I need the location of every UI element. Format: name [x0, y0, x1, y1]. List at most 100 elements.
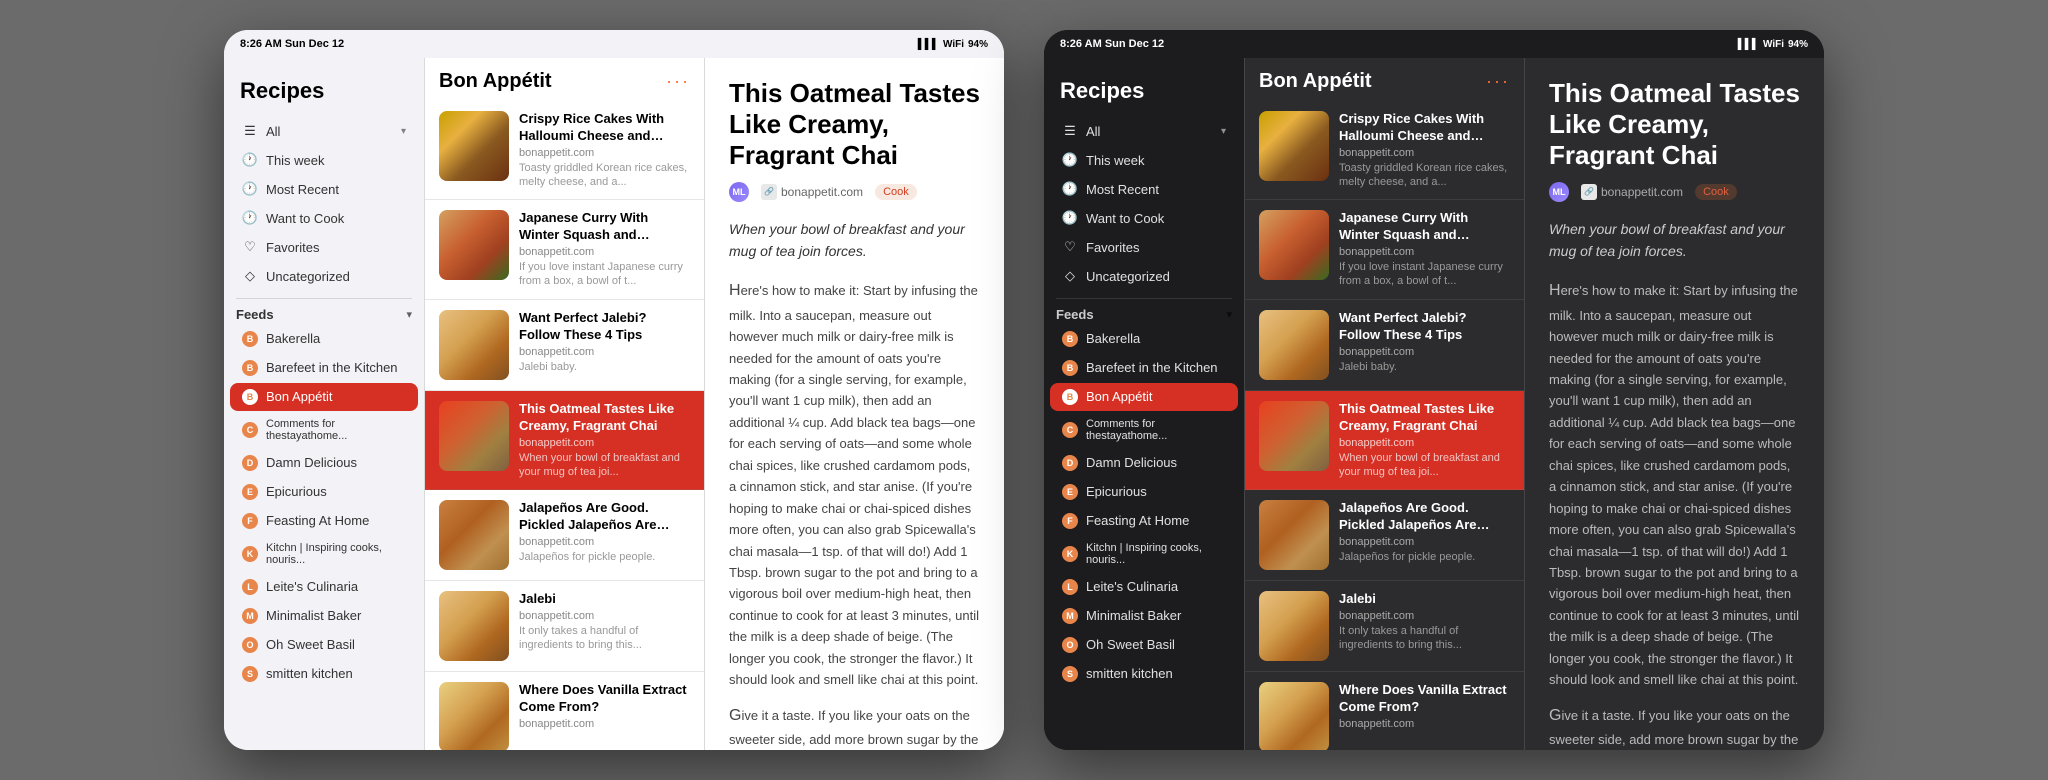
sidebar-item-barefeet[interactable]: B Barefeet in the Kitchen: [230, 354, 418, 382]
recipe-info-1: Crispy Rice Cakes With Halloumi Cheese a…: [519, 111, 690, 189]
sidebar-item-minimalist[interactable]: M Minimalist Baker: [230, 602, 418, 630]
recipe-card-7[interactable]: Where Does Vanilla Extract Come From? bo…: [425, 672, 704, 750]
recipe-info-dark-5: Jalapeños Are Good. Pickled Jalapeños Ar…: [1339, 500, 1510, 570]
tag-icon: ◇: [242, 268, 258, 284]
sidebar-item-thisweek-dark[interactable]: 🕐 This week: [1050, 146, 1238, 174]
middle-header-dark: Bon Appétit ···: [1245, 58, 1524, 101]
sidebar-item-smitten-dark[interactable]: S smitten kitchen: [1050, 660, 1238, 688]
chevron-icon: ▾: [401, 126, 406, 137]
recipe-desc-6: It only takes a handful of ingredients t…: [519, 624, 690, 653]
recipe-card-1[interactable]: Crispy Rice Cakes With Halloumi Cheese a…: [425, 101, 704, 200]
sidebar-item-thisweek[interactable]: 🕐 This week: [230, 146, 418, 174]
recipe-thumb-dark-1: [1259, 111, 1329, 181]
recipe-card-3[interactable]: Want Perfect Jalebi? Follow These 4 Tips…: [425, 300, 704, 391]
sidebar-item-epicurious[interactable]: E Epicurious: [230, 478, 418, 506]
sidebar-item-leites[interactable]: L Leite's Culinaria: [230, 573, 418, 601]
sidebar-item-oh-sweet-dark[interactable]: O Oh Sweet Basil: [1050, 631, 1238, 659]
recipe-desc-4: When your bowl of breakfast and your mug…: [519, 451, 690, 480]
feeds-section-dark: B Bakerella B Barefeet in the Kitchen B …: [1044, 325, 1244, 688]
recipe-card-dark-5[interactable]: Jalapeños Are Good. Pickled Jalapeños Ar…: [1245, 490, 1524, 581]
recipe-title-3: Want Perfect Jalebi? Follow These 4 Tips: [519, 310, 690, 344]
meta-ml-dark: ML: [1549, 182, 1569, 202]
sidebar-item-smitten[interactable]: S smitten kitchen: [230, 660, 418, 688]
sidebar-item-leites-dark[interactable]: L Leite's Culinaria: [1050, 573, 1238, 601]
feeds-header[interactable]: Feeds ▾: [224, 303, 424, 324]
sidebar-item-bakerella-dark[interactable]: B Bakerella: [1050, 325, 1238, 353]
recipe-desc-2: If you love instant Japanese curry from …: [519, 260, 690, 289]
article-tag-dark[interactable]: Cook: [1695, 184, 1737, 200]
status-bar-dark: 8:26 AM Sun Dec 12 ▌▌▌ WiFi 94%: [1044, 30, 1824, 58]
sidebar-item-minimalist-dark[interactable]: M Minimalist Baker: [1050, 602, 1238, 630]
recipe-thumb-dark-3: [1259, 310, 1329, 380]
signal-icon-dark: ▌▌▌: [1738, 39, 1759, 50]
recipe-thumb-dark-7: [1259, 682, 1329, 750]
kitchn-icon-dark: K: [1062, 546, 1078, 562]
recipe-desc-3: Jalebi baby.: [519, 360, 690, 374]
recipe-thumb-1: [439, 111, 509, 181]
sidebar-item-mostrecent-dark[interactable]: 🕐 Most Recent: [1050, 175, 1238, 203]
recipe-card-2[interactable]: Japanese Curry With Winter Squash and Mu…: [425, 200, 704, 299]
recipe-card-6[interactable]: Jalebi bonappetit.com It only takes a ha…: [425, 581, 704, 672]
recipe-card-dark-1[interactable]: Crispy Rice Cakes With Halloumi Cheese a…: [1245, 101, 1524, 200]
sidebar-light: Recipes ☰ All ▾ 🕐 This week 🕐 Most Recen…: [224, 58, 424, 750]
source-icon-dark: 🔗: [1581, 184, 1597, 200]
recipe-source-1: bonappetit.com: [519, 147, 690, 159]
leites-icon: L: [242, 579, 258, 595]
sidebar-item-epicurious-dark[interactable]: E Epicurious: [1050, 478, 1238, 506]
recipe-card-dark-6[interactable]: Jalebi bonappetit.com It only takes a ha…: [1245, 581, 1524, 672]
feeds-header-dark[interactable]: Feeds ▾: [1044, 303, 1244, 324]
recipe-card-dark-4[interactable]: This Oatmeal Tastes Like Creamy, Fragran…: [1245, 391, 1524, 490]
sidebar-item-uncategorized[interactable]: ◇ Uncategorized: [230, 262, 418, 290]
body-paragraph-1: Here's how to make it: Start by infusing…: [729, 278, 980, 690]
wifi-icon: WiFi: [943, 39, 964, 50]
sidebar-item-wanttocook[interactable]: 🕐 Want to Cook: [230, 204, 418, 232]
recipe-card-4[interactable]: This Oatmeal Tastes Like Creamy, Fragran…: [425, 391, 704, 490]
sidebar-item-bon-appetit-dark[interactable]: B Bon Appétit: [1050, 383, 1238, 411]
sidebar-item-bakerella[interactable]: B Bakerella: [230, 325, 418, 353]
article-meta-dark: ML 🔗 bonappetit.com Cook: [1549, 182, 1800, 202]
sidebar-item-bon-appetit[interactable]: B Bon Appétit: [230, 383, 418, 411]
sidebar-item-feasting-home[interactable]: F Feasting At Home: [230, 507, 418, 535]
sidebar-item-damn-delicious[interactable]: D Damn Delicious: [230, 449, 418, 477]
bonappetit-icon-dark: B: [1062, 389, 1078, 405]
wifi-icon-dark: WiFi: [1763, 39, 1784, 50]
recipe-title-dark-1: Crispy Rice Cakes With Halloumi Cheese a…: [1339, 111, 1510, 145]
oh-sweet-icon: O: [242, 637, 258, 653]
sidebar-item-comments-dark[interactable]: C Comments for thestayathome...: [1050, 412, 1238, 448]
sidebar-item-mostrecent[interactable]: 🕐 Most Recent: [230, 175, 418, 203]
recipe-card-5[interactable]: Jalapeños Are Good. Pickled Jalapeños Ar…: [425, 490, 704, 581]
sidebar-item-oh-sweet[interactable]: O Oh Sweet Basil: [230, 631, 418, 659]
more-dots-button-dark[interactable]: ···: [1486, 71, 1510, 92]
sidebar-item-favorites[interactable]: ♡ Favorites: [230, 233, 418, 261]
article-tag[interactable]: Cook: [875, 184, 917, 200]
recipe-source-dark-2: bonappetit.com: [1339, 246, 1510, 258]
recipe-card-dark-2[interactable]: Japanese Curry With Winter Squash and Mu…: [1245, 200, 1524, 299]
recipe-title-1: Crispy Rice Cakes With Halloumi Cheese a…: [519, 111, 690, 145]
ml-avatar: ML: [729, 182, 749, 202]
recipe-desc-dark-6: It only takes a handful of ingredients t…: [1339, 624, 1510, 653]
article-body-dark: Here's how to make it: Start by infusing…: [1549, 278, 1800, 750]
sidebar-item-barefeet-dark[interactable]: B Barefeet in the Kitchen: [1050, 354, 1238, 382]
sidebar-item-favorites-dark[interactable]: ♡ Favorites: [1050, 233, 1238, 261]
status-right-dark: ▌▌▌ WiFi 94%: [1738, 39, 1808, 50]
sidebar-item-kitchn[interactable]: K Kitchn | Inspiring cooks, nouris...: [230, 536, 418, 572]
sidebar-item-all[interactable]: ☰ All ▾: [230, 117, 418, 145]
sidebar-item-damn-delicious-dark[interactable]: D Damn Delicious: [1050, 449, 1238, 477]
recipe-title-5: Jalapeños Are Good. Pickled Jalapeños Ar…: [519, 500, 690, 534]
recipe-card-dark-7[interactable]: Where Does Vanilla Extract Come From? bo…: [1245, 672, 1524, 750]
sidebar-item-uncategorized-dark[interactable]: ◇ Uncategorized: [1050, 262, 1238, 290]
sidebar-divider: [236, 298, 412, 299]
article-title-dark: This Oatmeal Tastes Like Creamy, Fragran…: [1549, 78, 1800, 172]
sidebar-item-kitchn-dark[interactable]: K Kitchn | Inspiring cooks, nouris...: [1050, 536, 1238, 572]
sidebar-item-comments[interactable]: C Comments for thestayathome...: [230, 412, 418, 448]
more-dots-button[interactable]: ···: [666, 71, 690, 92]
sidebar-item-all-dark[interactable]: ☰ All ▾: [1050, 117, 1238, 145]
recipe-source-2: bonappetit.com: [519, 246, 690, 258]
sidebar-item-feasting-home-dark[interactable]: F Feasting At Home: [1050, 507, 1238, 535]
recipe-card-dark-3[interactable]: Want Perfect Jalebi? Follow These 4 Tips…: [1245, 300, 1524, 391]
clock-icon: 🕐: [242, 152, 258, 168]
grid-icon: ☰: [242, 123, 258, 139]
cook-icon-dark: 🕐: [1062, 210, 1078, 226]
sidebar-item-wanttocook-dark[interactable]: 🕐 Want to Cook: [1050, 204, 1238, 232]
tablet-light: 8:26 AM Sun Dec 12 ▌▌▌ WiFi 94% Recipes …: [224, 30, 1004, 750]
